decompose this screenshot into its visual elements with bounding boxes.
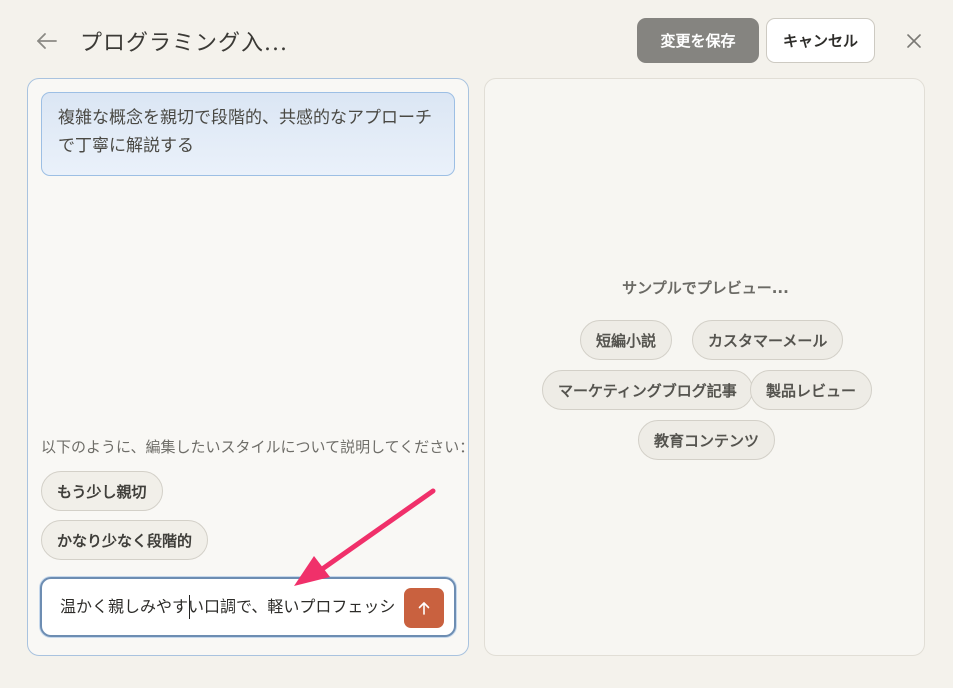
send-button[interactable] (404, 588, 444, 628)
arrow-up-icon (418, 602, 430, 615)
preview-option-chip[interactable]: 短編小説 (580, 320, 673, 360)
suggestion-chip[interactable]: もう少し親切 (41, 471, 163, 511)
text-caret (189, 595, 190, 619)
close-button[interactable] (902, 29, 926, 53)
preview-panel: サンプルでプレビュー... 短編小説 カスタマーメール マーケティングブログ記事… (484, 78, 925, 656)
back-button[interactable] (34, 28, 60, 54)
style-edit-input-box: 温かく親しみやすい口調で、軽いプロフェッショナル (40, 577, 456, 637)
dialog-header: プログラミング入... 変更を保存 キャンセル (0, 0, 953, 78)
preview-option-chip[interactable]: 教育コンテンツ (638, 420, 776, 460)
suggestion-chip[interactable]: かなり少なく段階的 (41, 520, 209, 560)
page-title: プログラミング入... (80, 31, 288, 56)
back-arrow-icon (37, 33, 57, 49)
cancel-button[interactable]: キャンセル (766, 18, 875, 63)
style-edit-input[interactable]: 温かく親しみやすい口調で、軽いプロフェッショナル (60, 579, 394, 635)
style-editor-panel: 複雑な概念を親切で段階的、共感的なアプローチで丁寧に解説する 以下のように、編集… (27, 78, 474, 656)
save-changes-button[interactable]: 変更を保存 (637, 18, 759, 63)
edit-hint: 以下のように、編集したいスタイルについて説明してください： (41, 438, 475, 456)
preview-option-chip[interactable]: カスタマーメール (692, 320, 844, 360)
style-description: 複雑な概念を親切で段階的、共感的なアプローチで丁寧に解説する (41, 92, 455, 176)
close-icon (907, 34, 921, 48)
preview-label: サンプルでプレビュー... (622, 279, 789, 297)
preview-option-chip[interactable]: マーケティングブログ記事 (542, 370, 753, 410)
preview-option-chip[interactable]: 製品レビュー (750, 370, 873, 410)
